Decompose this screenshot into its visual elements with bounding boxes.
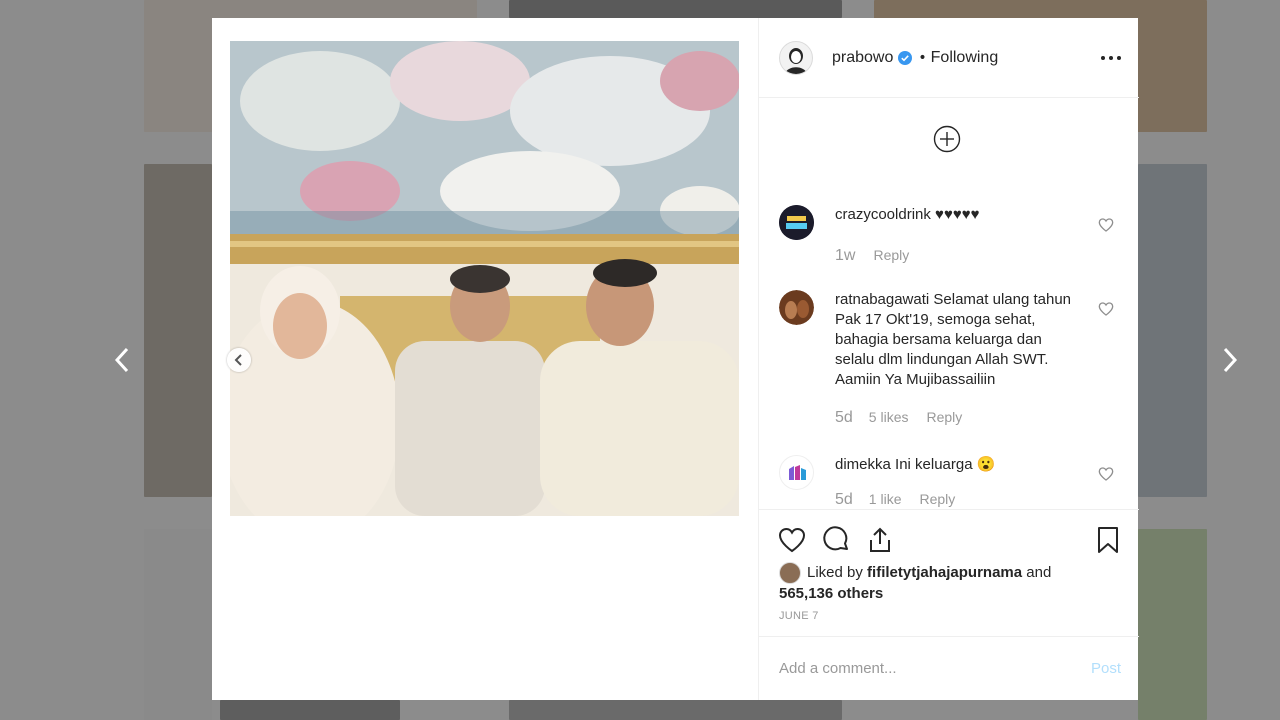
reply-button[interactable]: Reply [926, 409, 962, 425]
reply-button[interactable]: Reply [919, 491, 955, 507]
user-photo-avatar-icon [779, 290, 814, 325]
background-post-tile [144, 164, 212, 497]
comment-body: dimekka Ini keluarga 😮 [835, 455, 1085, 475]
post-modal: prabowo • Following crazycooldrink ♥♥♥♥♥… [212, 18, 1139, 700]
comment-like-heart-icon[interactable] [1098, 301, 1114, 317]
previous-post-arrow[interactable] [107, 343, 137, 377]
comment-item: crazycooldrink ♥♥♥♥♥ 1w Reply [779, 205, 1124, 275]
comment-time[interactable]: 1w [835, 247, 855, 265]
like-heart-icon[interactable] [777, 525, 807, 555]
author-avatar[interactable] [779, 40, 813, 75]
background-post-tile [509, 0, 842, 18]
commenter-avatar[interactable] [779, 455, 814, 490]
author-portrait-icon [785, 47, 807, 74]
liked-by-user[interactable]: fifiletytjahajapurnama [867, 564, 1022, 581]
comment-like-heart-icon[interactable] [1098, 217, 1114, 233]
share-icon[interactable] [865, 525, 895, 555]
post-date[interactable]: JUNE 7 [779, 610, 819, 622]
comment-item: dimekka Ini keluarga 😮 5d 1 like Reply [779, 455, 1124, 509]
comment-username[interactable]: dimekka [835, 456, 891, 473]
comment-meta: 5d 1 like Reply [835, 491, 955, 509]
comment-item: ratnabagawati Selamat ulang tahun Pak 17… [779, 290, 1124, 430]
chevron-right-icon [1223, 347, 1238, 373]
save-bookmark-icon[interactable] [1093, 525, 1123, 555]
comment-time[interactable]: 5d [835, 491, 853, 509]
header-separator: • [918, 49, 927, 66]
liked-by-prefix: Liked by [807, 563, 863, 581]
post-photo [230, 41, 739, 516]
chevron-left-icon [114, 347, 129, 373]
post-comment-button[interactable]: Post [1091, 660, 1121, 677]
background-post-tile [1138, 164, 1207, 497]
plus-circle-icon[interactable] [933, 125, 961, 153]
post-media [212, 18, 758, 700]
comment-username[interactable]: crazycooldrink [835, 206, 931, 223]
following-button[interactable]: Following [931, 49, 999, 67]
comment-like-heart-icon[interactable] [1098, 466, 1114, 482]
comment-meta: 5d 5 likes Reply [835, 409, 962, 427]
crazycool-logo-icon [779, 205, 814, 240]
comment-body: crazycooldrink ♥♥♥♥♥ [835, 205, 1085, 225]
comment-bubble-icon[interactable] [821, 525, 851, 555]
comment-meta: 1w Reply [835, 247, 909, 265]
chevron-left-small-icon [234, 354, 242, 366]
add-comment-input[interactable] [779, 660, 1091, 677]
background-post-tile [220, 700, 400, 720]
liked-by-others[interactable]: 565,136 others [779, 585, 883, 602]
reply-button[interactable]: Reply [873, 247, 909, 263]
liker-avatar[interactable] [779, 562, 801, 584]
verified-badge-icon [898, 50, 913, 65]
comment-likes[interactable]: 1 like [869, 491, 902, 507]
comment-body: ratnabagawati Selamat ulang tahun Pak 17… [835, 290, 1085, 390]
liked-by-and: and [1026, 563, 1052, 581]
comment-text: ♥♥♥♥♥ [935, 206, 980, 223]
more-options-icon[interactable] [1101, 50, 1121, 66]
next-post-arrow[interactable] [1215, 343, 1245, 377]
comment-text: Ini keluarga 😮 [895, 456, 996, 473]
commenter-avatar[interactable] [779, 205, 814, 240]
background-post-tile [509, 700, 842, 720]
background-post-tile [144, 529, 212, 720]
comment-username[interactable]: ratnabagawati [835, 291, 929, 308]
background-post-tile [1138, 529, 1207, 720]
comment-likes[interactable]: 5 likes [869, 409, 909, 425]
dimekka-logo-icon [789, 465, 806, 480]
likes-summary: Liked by fifiletytjahajapurnama and 565,… [779, 562, 1099, 604]
add-comment-bar: Post [759, 636, 1139, 700]
commenter-avatar[interactable] [779, 290, 814, 325]
post-header: prabowo • Following [759, 18, 1139, 98]
comments-list: crazycooldrink ♥♥♥♥♥ 1w Reply ratnabagaw… [759, 99, 1139, 509]
carousel-prev-button[interactable] [227, 348, 251, 372]
comment-time[interactable]: 5d [835, 409, 853, 427]
author-username[interactable]: prabowo [832, 49, 893, 67]
post-actions: Liked by fifiletytjahajapurnama and 565,… [759, 509, 1139, 636]
post-sidebar: prabowo • Following crazycooldrink ♥♥♥♥♥… [758, 18, 1139, 700]
